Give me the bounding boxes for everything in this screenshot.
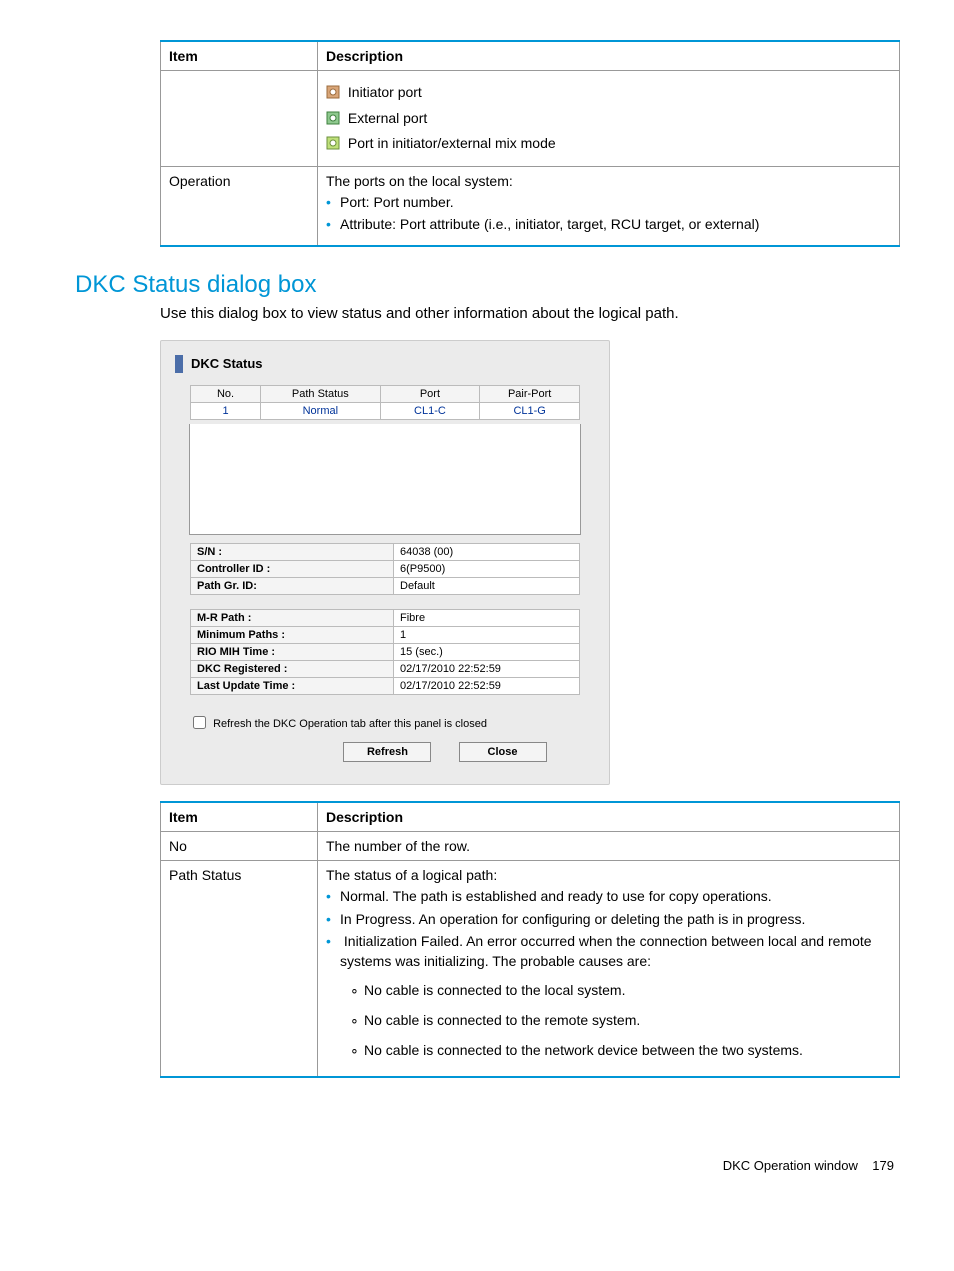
list-item: Attribute: Port attribute (i.e., initiat… [340, 215, 891, 235]
refresh-checkbox[interactable] [193, 716, 206, 729]
last-update-label: Last Update Time : [191, 677, 394, 694]
table-row[interactable]: 1 Normal CL1-C CL1-G [191, 402, 580, 419]
min-paths-label: Minimum Paths : [191, 626, 394, 643]
col-pair-port: Pair-Port [480, 385, 580, 402]
th-item: Item [161, 802, 318, 832]
list-item: Port: Port number. [340, 193, 891, 213]
section-intro: Use this dialog box to view status and o… [160, 305, 894, 322]
operation-label: Operation [161, 166, 318, 246]
last-update-value: 02/17/2010 22:52:59 [394, 677, 580, 694]
dkc-status-dialog: DKC Status No. Path Status Port Pair-Por… [160, 340, 610, 785]
mr-path-value: Fibre [394, 609, 580, 626]
no-desc: The number of the row. [318, 831, 900, 860]
external-port-icon [326, 111, 340, 125]
path-table-body-empty [189, 424, 581, 535]
list-item: No cable is connected to the remote syst… [364, 1011, 891, 1031]
th-desc: Description [318, 802, 900, 832]
initiator-port-label: Initiator port [348, 84, 422, 100]
list-item: In Progress. An operation for configurin… [340, 910, 891, 930]
page-number: 179 [872, 1158, 894, 1173]
path-gr-id-value: Default [394, 577, 580, 594]
path-status-label: Path Status [161, 860, 318, 1077]
operation-intro: The ports on the local system: [326, 173, 891, 189]
refresh-button[interactable]: Refresh [343, 742, 431, 762]
path-status-table: No. Path Status Port Pair-Port 1 Normal … [190, 385, 580, 420]
min-paths-value: 1 [394, 626, 580, 643]
table-row: No The number of the row. [161, 831, 900, 860]
ports-table: Item Description Initiator port [160, 40, 900, 247]
col-port: Port [380, 385, 480, 402]
no-label: No [161, 831, 318, 860]
path-gr-id-label: Path Gr. ID: [191, 577, 394, 594]
rio-mih-label: RIO MIH Time : [191, 643, 394, 660]
info-grid-1: S/N :64038 (00) Controller ID :6(P9500) … [190, 543, 580, 595]
footer-text: DKC Operation window [723, 1158, 858, 1173]
external-port-label: External port [348, 110, 427, 126]
mr-path-label: M-R Path : [191, 609, 394, 626]
th-item: Item [161, 41, 318, 71]
cell-port: CL1-C [380, 402, 480, 419]
dialog-title: DKC Status [191, 356, 263, 371]
refresh-checkbox-label: Refresh the DKC Operation tab after this… [213, 718, 487, 730]
controller-id-label: Controller ID : [191, 560, 394, 577]
cell-no: 1 [191, 402, 261, 419]
list-item: No cable is connected to the network dev… [364, 1041, 891, 1061]
path-status-desc-table: Item Description No The number of the ro… [160, 801, 900, 1078]
rio-mih-value: 15 (sec.) [394, 643, 580, 660]
col-no: No. [191, 385, 261, 402]
page-footer: DKC Operation window 179 [0, 1158, 894, 1173]
list-item: Normal. The path is established and read… [340, 887, 891, 907]
section-title: DKC Status dialog box [75, 271, 894, 299]
table-row: Initiator port External port Port in ini… [161, 71, 900, 167]
info-grid-2: M-R Path :Fibre Minimum Paths :1 RIO MIH… [190, 609, 580, 695]
title-accent-icon [175, 355, 183, 373]
cell-pair-port: CL1-G [480, 402, 580, 419]
table-row: Operation The ports on the local system:… [161, 166, 900, 246]
mixed-port-icon [326, 136, 340, 150]
dkc-registered-label: DKC Registered : [191, 660, 394, 677]
dkc-registered-value: 02/17/2010 22:52:59 [394, 660, 580, 677]
th-desc: Description [318, 41, 900, 71]
sn-label: S/N : [191, 543, 394, 560]
mixed-port-label: Port in initiator/external mix mode [348, 135, 556, 151]
initiator-port-icon [326, 85, 340, 99]
sn-value: 64038 (00) [394, 543, 580, 560]
path-status-intro: The status of a logical path: [326, 867, 891, 883]
close-button[interactable]: Close [459, 742, 547, 762]
controller-id-value: 6(P9500) [394, 560, 580, 577]
list-item: Initialization Failed. An error occurred… [340, 932, 891, 1060]
col-path-status: Path Status [261, 385, 381, 402]
cell-status: Normal [261, 402, 381, 419]
table-row: Path Status The status of a logical path… [161, 860, 900, 1077]
list-item: No cable is connected to the local syste… [364, 981, 891, 1001]
